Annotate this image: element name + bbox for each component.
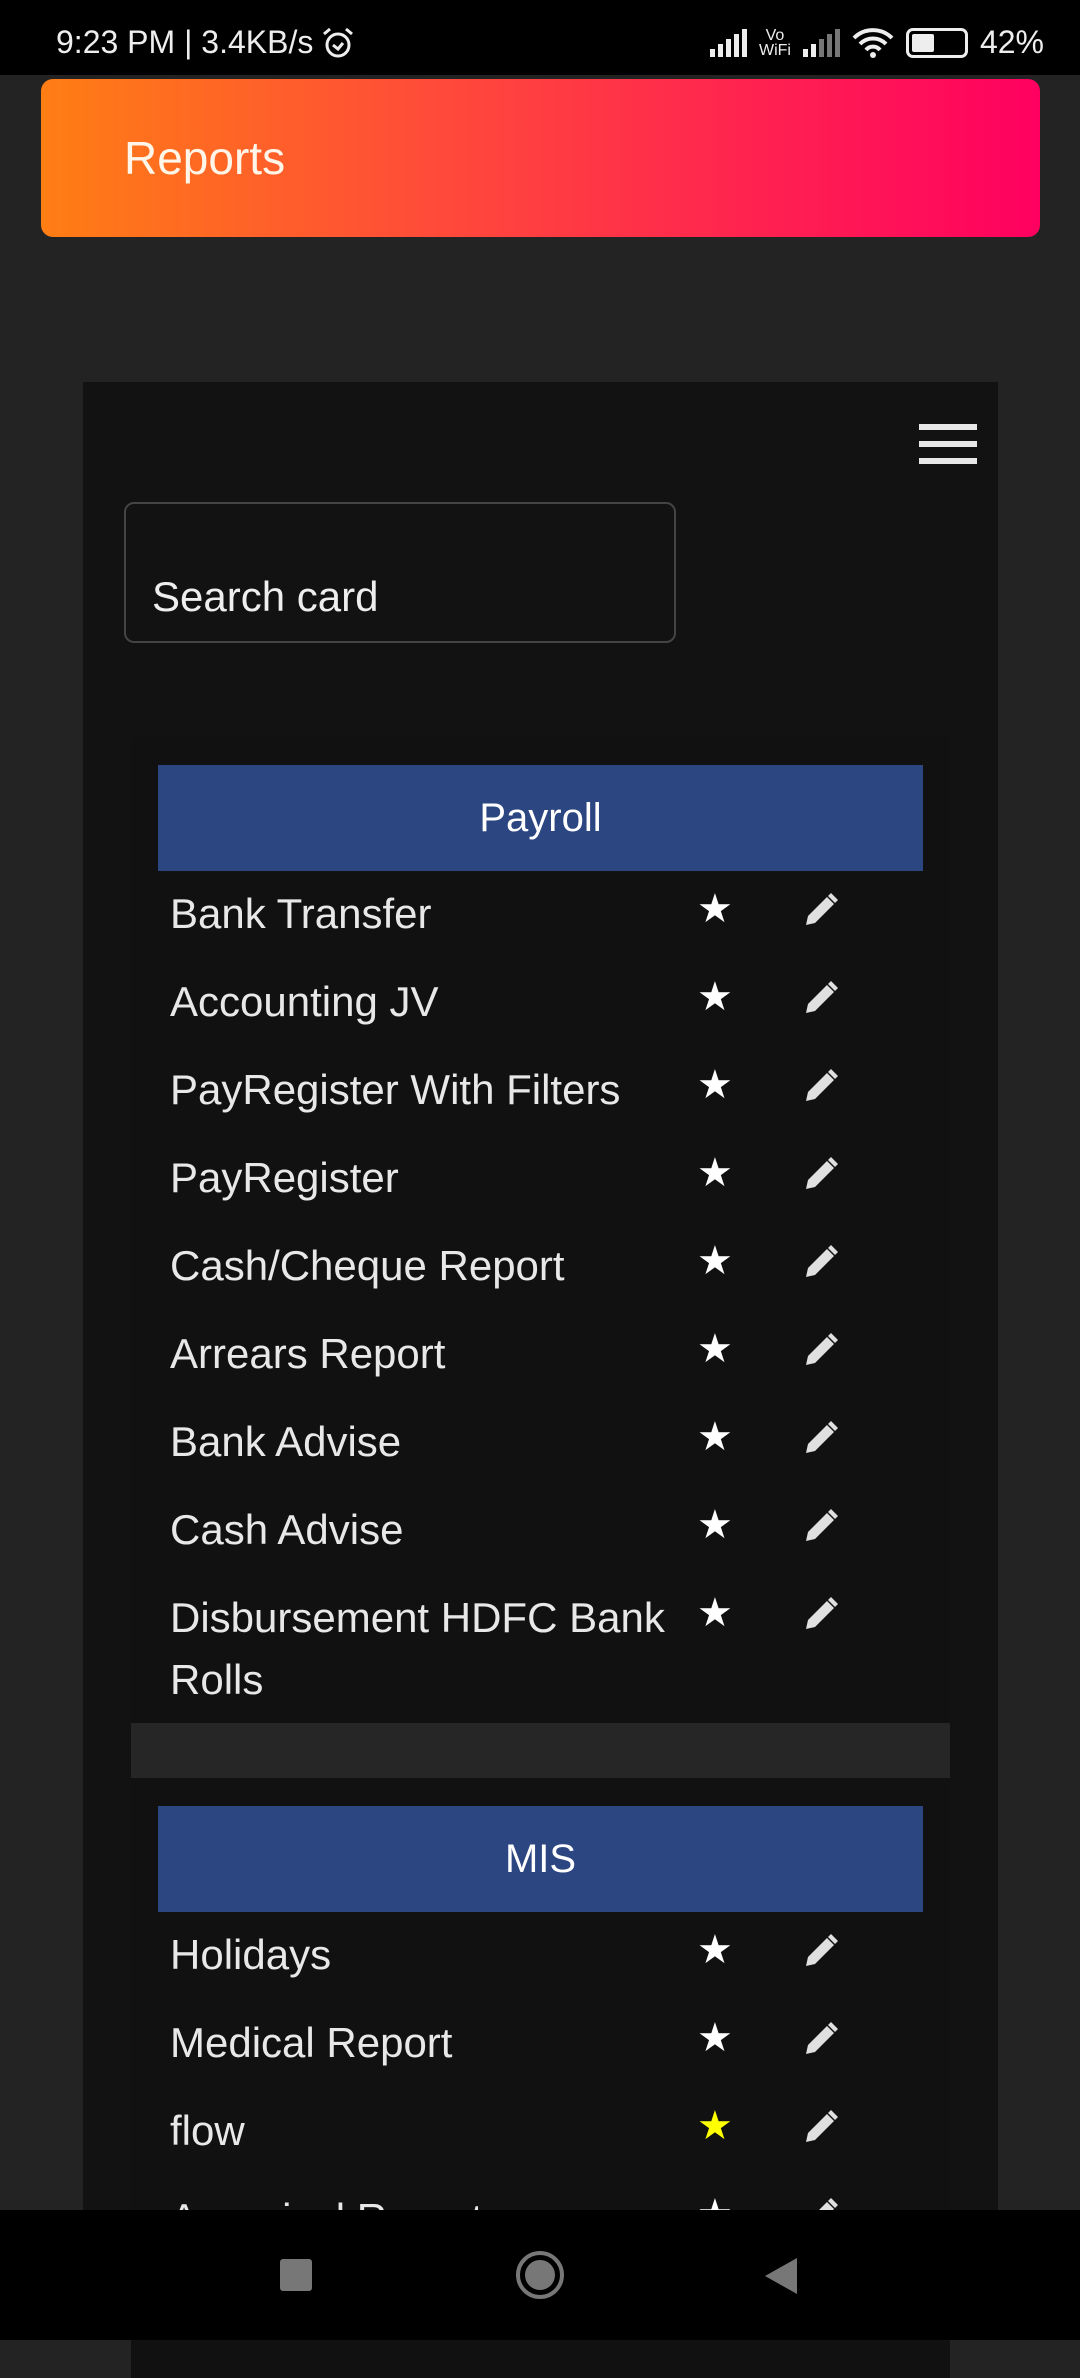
section-header[interactable]: Payroll [158, 765, 923, 871]
recents-button[interactable] [280, 2259, 312, 2291]
status-time-speed: 9:23 PM | 3.4KB/s [56, 24, 314, 60]
report-label[interactable]: flow [170, 2100, 670, 2162]
section-header[interactable]: MIS [158, 1806, 923, 1912]
favorite-star-icon[interactable]: ★ [697, 1505, 733, 1545]
edit-pencil-icon[interactable] [800, 885, 840, 925]
favorite-star-icon[interactable]: ★ [697, 1329, 733, 1369]
report-item[interactable]: Medical Report ★ [170, 2000, 950, 2088]
report-label[interactable]: Cash/Cheque Report [170, 1235, 670, 1297]
report-label[interactable]: Medical Report [170, 2012, 670, 2074]
report-item[interactable]: Accounting JV ★ [170, 959, 950, 1047]
report-label[interactable]: Arrears Report [170, 1323, 670, 1385]
report-label[interactable]: Disbursement HDFC Bank Rolls [170, 1587, 670, 1711]
report-item[interactable]: Arrears Report ★ [170, 1311, 950, 1399]
favorite-star-icon[interactable]: ★ [697, 1065, 733, 1105]
favorite-star-icon[interactable]: ★ [697, 1417, 733, 1457]
edit-pencil-icon[interactable] [800, 1149, 840, 1189]
vowifi-label: Vo WiFi [758, 26, 791, 59]
favorite-star-icon[interactable]: ★ [697, 1593, 733, 1633]
edit-pencil-icon[interactable] [800, 1501, 840, 1541]
app-header: Reports [41, 79, 1040, 237]
home-button[interactable] [516, 2251, 564, 2299]
report-label[interactable]: Bank Transfer [170, 883, 670, 945]
favorite-star-icon[interactable]: ★ [697, 2018, 733, 2058]
report-label[interactable]: Holidays [170, 1924, 670, 1986]
edit-pencil-icon[interactable] [800, 2014, 840, 2054]
edit-pencil-icon[interactable] [800, 1926, 840, 1966]
status-bar: 9:23 PM | 3.4KB/s Vo WiFi 42% [0, 0, 1080, 75]
battery-icon [905, 27, 968, 58]
report-item[interactable]: Holidays ★ [170, 1912, 950, 2000]
navigation-bar [0, 2210, 1080, 2340]
edit-pencil-icon[interactable] [800, 1237, 840, 1277]
report-label[interactable]: PayRegister [170, 1147, 670, 1209]
report-item[interactable]: Cash/Cheque Report ★ [170, 1223, 950, 1311]
favorite-star-icon[interactable]: ★ [697, 977, 733, 1017]
favorite-star-icon[interactable]: ★ [697, 2106, 733, 2146]
edit-pencil-icon[interactable] [800, 2102, 840, 2142]
back-button[interactable] [765, 2258, 797, 2294]
report-item[interactable]: PayRegister ★ [170, 1135, 950, 1223]
alarm-icon [323, 27, 354, 57]
report-item[interactable]: flow ★ [170, 2088, 950, 2176]
favorite-star-icon[interactable]: ★ [697, 1241, 733, 1281]
battery-level: 42% [979, 24, 1044, 60]
favorite-star-icon[interactable]: ★ [697, 1930, 733, 1970]
report-item[interactable]: Disbursement HDFC Bank Rolls ★ [170, 1575, 950, 1725]
report-item[interactable]: Bank Transfer ★ [170, 871, 950, 959]
edit-pencil-icon[interactable] [800, 1325, 840, 1365]
report-label[interactable]: Cash Advise [170, 1499, 670, 1561]
page-title: Reports [124, 132, 286, 184]
menu-icon[interactable] [919, 424, 977, 464]
report-item[interactable]: Bank Advise ★ [170, 1399, 950, 1487]
report-label[interactable]: PayRegister With Filters [170, 1059, 670, 1121]
report-label[interactable]: Bank Advise [170, 1411, 670, 1473]
wifi-icon [852, 27, 894, 58]
favorite-star-icon[interactable]: ★ [697, 1153, 733, 1193]
section-card-payroll: Payroll Bank Transfer ★ Accounting JV ★ … [131, 737, 950, 1723]
reports-panel: Payroll Bank Transfer ★ Accounting JV ★ … [83, 382, 998, 2378]
edit-pencil-icon[interactable] [800, 1413, 840, 1453]
favorite-star-icon[interactable]: ★ [697, 889, 733, 929]
edit-pencil-icon[interactable] [800, 1589, 840, 1629]
edit-pencil-icon[interactable] [800, 973, 840, 1013]
signal-2-icon [802, 28, 840, 57]
report-item[interactable]: Cash Advise ★ [170, 1487, 950, 1575]
edit-pencil-icon[interactable] [800, 1061, 840, 1101]
search-input[interactable] [124, 502, 676, 643]
report-label[interactable]: Accounting JV [170, 971, 670, 1033]
signal-icon [709, 28, 747, 57]
section-divider [131, 1723, 950, 1778]
report-item[interactable]: PayRegister With Filters ★ [170, 1047, 950, 1135]
